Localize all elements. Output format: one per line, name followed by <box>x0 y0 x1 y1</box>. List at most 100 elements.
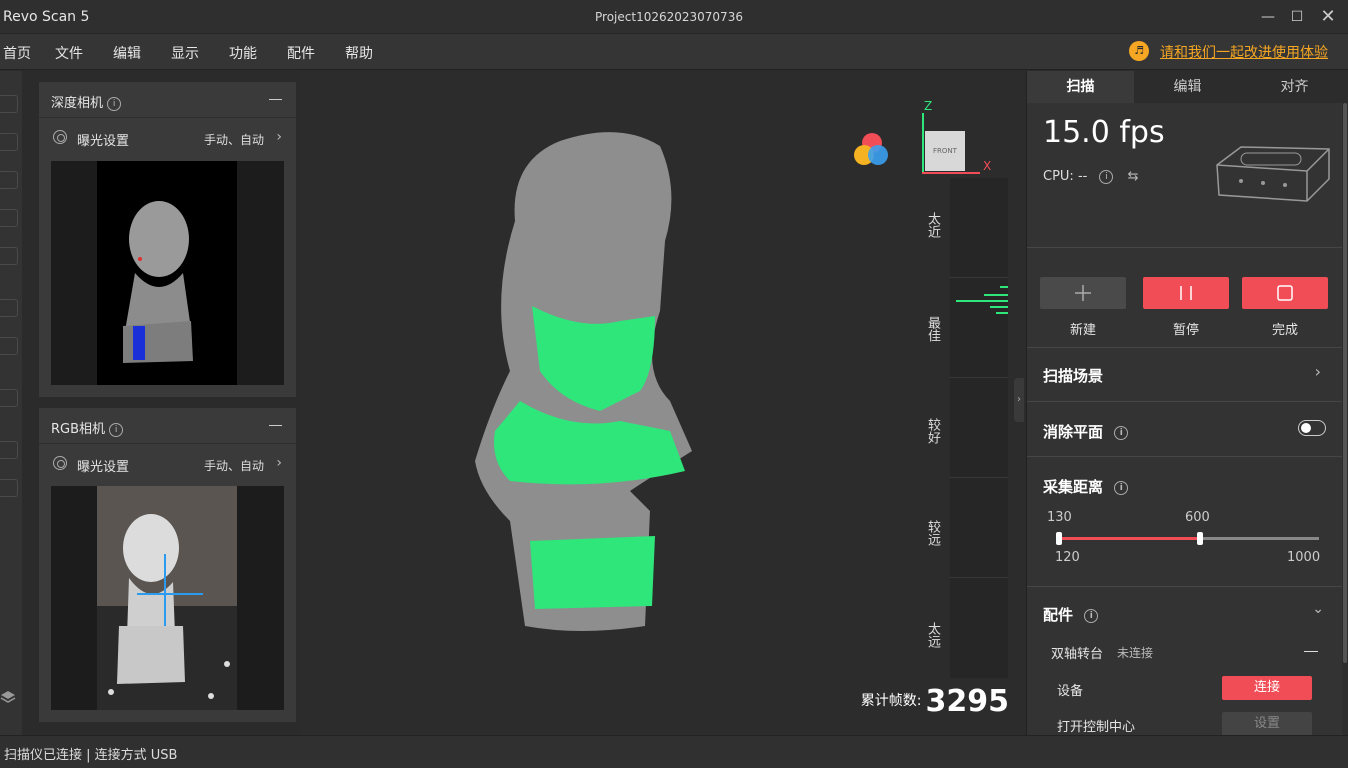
frame-count-value: 3295 <box>925 684 1010 719</box>
pause-icon <box>1180 286 1192 300</box>
gauge-segment <box>950 178 1008 278</box>
scan-scene-row[interactable]: 扫描场景 › <box>1027 348 1343 400</box>
rgb-camera-panel: RGB相机 i 曝光设置 手动、自动 › <box>39 408 296 722</box>
exposure-label: 曝光设置 <box>77 460 130 475</box>
scan-scene-title: 扫描场景 <box>1043 367 1104 385</box>
depth-camera-view <box>51 161 284 385</box>
maximize-icon[interactable]: ☐ <box>1286 6 1308 28</box>
info-icon[interactable]: i <box>107 96 122 111</box>
view-cube[interactable]: FRONT <box>925 131 965 171</box>
tab-align[interactable]: 对齐 <box>1241 71 1348 103</box>
tab-scan[interactable]: 扫描 <box>1027 71 1134 103</box>
axis-widget[interactable]: Z X FRONT <box>918 99 991 179</box>
settings-button[interactable]: 设置 <box>1222 712 1312 736</box>
panel-title: RGB相机 i <box>51 418 124 437</box>
gauge-label-too-far: 太远 <box>925 622 940 648</box>
remove-plane-toggle[interactable] <box>1298 420 1326 436</box>
frame-count-label: 累计帧数: <box>860 693 922 709</box>
menu-file[interactable]: 文件 <box>55 43 83 63</box>
close-icon[interactable]: ✕ <box>1317 6 1339 28</box>
slider-high-handle[interactable] <box>1197 532 1203 545</box>
info-icon[interactable]: i <box>1084 608 1099 623</box>
depth-camera-title: 深度相机 <box>51 96 104 111</box>
distance-min: 120 <box>1055 550 1080 565</box>
menu-edit[interactable]: 编辑 <box>113 43 141 63</box>
invert-icon[interactable] <box>0 337 18 355</box>
exposure-value: 手动、自动 <box>203 133 264 147</box>
info-icon[interactable]: i <box>109 422 124 437</box>
pause-label: 暂停 <box>1172 323 1199 338</box>
layers-icon[interactable] <box>0 689 18 707</box>
scanner-device-image <box>1216 146 1330 202</box>
gauge-label-too-near: 太近 <box>925 212 940 238</box>
finish-button[interactable] <box>1242 277 1328 309</box>
scrollbar-thumb[interactable] <box>1343 103 1347 663</box>
distance-gauge <box>950 178 1008 678</box>
rgb-camera-image <box>97 486 237 710</box>
redo-icon[interactable] <box>0 479 18 497</box>
collapse-icon[interactable] <box>269 99 282 100</box>
divider <box>1027 586 1343 587</box>
gear-icon <box>53 456 67 470</box>
pause-button[interactable] <box>1143 277 1229 309</box>
connect-button[interactable]: 连接 <box>1222 676 1312 700</box>
gauge-label-far: 较远 <box>925 520 940 546</box>
new-scan-button[interactable] <box>1040 277 1126 309</box>
divider <box>1027 247 1343 248</box>
undo-icon[interactable] <box>0 441 18 459</box>
device-label: 设备 <box>1057 684 1084 699</box>
distance-low-value: 130 <box>1047 510 1072 525</box>
menu-function[interactable]: 功能 <box>229 43 257 63</box>
feedback-link[interactable]: 请和我们一起改进使用体验 <box>1160 42 1328 62</box>
stop-icon <box>1277 285 1293 301</box>
menu-view[interactable]: 显示 <box>171 43 199 63</box>
switch-icon[interactable]: ⇆ <box>1128 169 1139 184</box>
tab-edit[interactable]: 编辑 <box>1134 71 1241 103</box>
project-title: Project10262023070736 <box>595 10 743 24</box>
exposure-settings-row[interactable]: 曝光设置 手动、自动 › <box>39 444 296 482</box>
chevron-down-icon[interactable]: ⌄ <box>1312 601 1324 617</box>
cpu-value: CPU: -- <box>1043 169 1088 184</box>
menu-help[interactable]: 帮助 <box>345 43 373 63</box>
scrollbar[interactable] <box>1342 103 1348 735</box>
exposure-settings-row[interactable]: 曝光设置 手动、自动 › <box>39 118 296 156</box>
delete-icon[interactable] <box>0 389 18 407</box>
gauge-histogram <box>956 286 1008 314</box>
info-icon[interactable]: i <box>1114 425 1129 440</box>
control-center-label: 打开控制中心 <box>1057 720 1136 735</box>
image-icon[interactable] <box>0 247 18 265</box>
menu-home[interactable]: 首页 <box>3 43 31 63</box>
slider-low-handle[interactable] <box>1056 532 1062 545</box>
turntable-status: 未连接 <box>1117 646 1154 660</box>
brush-icon[interactable] <box>0 209 18 227</box>
info-icon[interactable]: i <box>1114 480 1129 495</box>
axis-z-label: Z <box>924 99 933 113</box>
axis-x-line <box>922 172 980 174</box>
exposure-value: 手动、自动 <box>203 459 264 473</box>
plus-icon <box>1075 285 1091 301</box>
lasso-icon[interactable] <box>0 171 18 189</box>
title-bar: Revo Scan 5 Project10262023070736 — ☐ ✕ <box>0 0 1348 34</box>
collapse-icon[interactable] <box>1304 651 1318 652</box>
cpu-readout: CPU: -- i ⇆ <box>1043 169 1139 184</box>
panel-toggle-handle[interactable]: › <box>1014 378 1024 422</box>
status-text: 扫描仪已连接 | 连接方式 USB <box>4 748 178 763</box>
fps-readout: 15.0 fps <box>1043 115 1165 150</box>
distance-slider[interactable] <box>1056 532 1319 545</box>
scan-viewport[interactable]: Z X FRONT <box>300 71 1025 735</box>
info-icon[interactable]: i <box>1099 169 1114 184</box>
rect-select-icon[interactable] <box>0 133 18 151</box>
finish-label: 完成 <box>1271 323 1298 338</box>
accessories-label: 配件 <box>1043 606 1074 624</box>
menu-accessory[interactable]: 配件 <box>287 43 315 63</box>
select-tool-icon[interactable] <box>0 95 18 113</box>
exposure-label: 曝光设置 <box>77 134 130 149</box>
minimize-icon[interactable]: — <box>1257 6 1279 28</box>
chevron-right-icon: › <box>1314 362 1321 381</box>
frame-count: 累计帧数: 3295 <box>861 684 1009 719</box>
all-select-icon[interactable] <box>0 299 18 317</box>
gauge-label-good: 较好 <box>925 418 940 444</box>
new-label: 新建 <box>1069 323 1096 338</box>
collapse-icon[interactable] <box>269 425 282 426</box>
panel-header: RGB相机 i <box>39 408 296 444</box>
